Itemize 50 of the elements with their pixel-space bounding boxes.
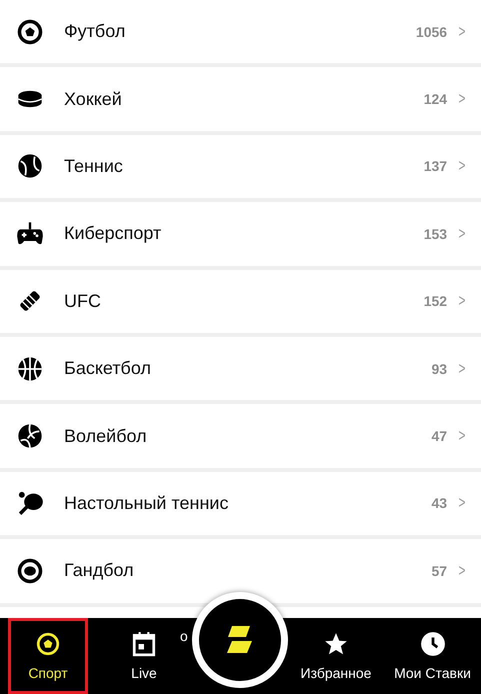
chevron-icon: > xyxy=(458,493,466,514)
volleyball-icon xyxy=(16,422,44,450)
chevron-icon: > xyxy=(458,89,466,110)
chevron-icon: > xyxy=(458,224,466,244)
star-icon xyxy=(323,631,349,657)
sport-name: Теннис xyxy=(64,156,124,177)
sport-name: Настольный теннис xyxy=(64,492,230,514)
sport-row[interactable]: Хоккей 124 > xyxy=(0,67,481,131)
sport-row[interactable]: Баскетбол 93 > xyxy=(0,336,481,400)
calendar-icon xyxy=(131,631,157,657)
sport-row[interactable]: Настольный теннис 43 > xyxy=(0,472,481,536)
event-count: 1056 xyxy=(416,24,448,40)
sport-row[interactable]: Футбол 1056 > xyxy=(0,0,481,64)
event-count: 57 xyxy=(431,562,448,579)
soccer-ball-icon xyxy=(16,18,44,46)
chevron-icon: > xyxy=(458,560,466,581)
event-count: 47 xyxy=(431,428,448,444)
basketball-icon xyxy=(16,354,44,383)
handball-icon xyxy=(16,556,44,585)
sport-row[interactable]: Волейбол 47 > xyxy=(0,404,481,468)
event-count: 93 xyxy=(431,360,448,377)
event-count: 153 xyxy=(424,226,448,242)
soccer-ball-icon xyxy=(35,631,61,657)
chevron-icon: > xyxy=(458,156,466,176)
event-count: 43 xyxy=(431,495,448,512)
sport-name: Гандбол xyxy=(64,560,135,582)
chevron-icon: > xyxy=(458,291,466,312)
sport-name: Футбол xyxy=(64,21,126,42)
sport-row[interactable]: Гандбол 57 > xyxy=(0,539,481,603)
sport-name: Киберспорт xyxy=(64,223,162,244)
nav-tab[interactable]: Спорт xyxy=(8,618,88,694)
clock-icon xyxy=(420,631,446,657)
event-count: 152 xyxy=(424,293,448,310)
sport-row[interactable]: UFC 152 > xyxy=(0,270,481,333)
ping-pong-paddle-icon xyxy=(16,489,44,518)
sport-name: Волейбол xyxy=(64,426,148,447)
chevron-icon: > xyxy=(458,22,466,42)
sport-name: Баскетбол xyxy=(64,358,152,380)
tab-label: о xyxy=(180,628,188,644)
sport-name: Хоккей xyxy=(64,88,123,110)
sport-row[interactable]: Киберспорт 153 > xyxy=(0,202,481,266)
chevron-icon: > xyxy=(458,426,466,446)
sport-row[interactable]: Теннис 137 > xyxy=(0,134,481,198)
event-count: 137 xyxy=(424,158,448,174)
chevron-icon: > xyxy=(458,358,466,379)
event-count: 124 xyxy=(424,91,448,108)
nav-tab[interactable]: Избранное xyxy=(296,618,376,694)
nav-tab[interactable]: Мои Ставки xyxy=(392,618,473,694)
tennis-ball-icon xyxy=(16,152,44,180)
sport-name: UFC xyxy=(64,290,102,312)
